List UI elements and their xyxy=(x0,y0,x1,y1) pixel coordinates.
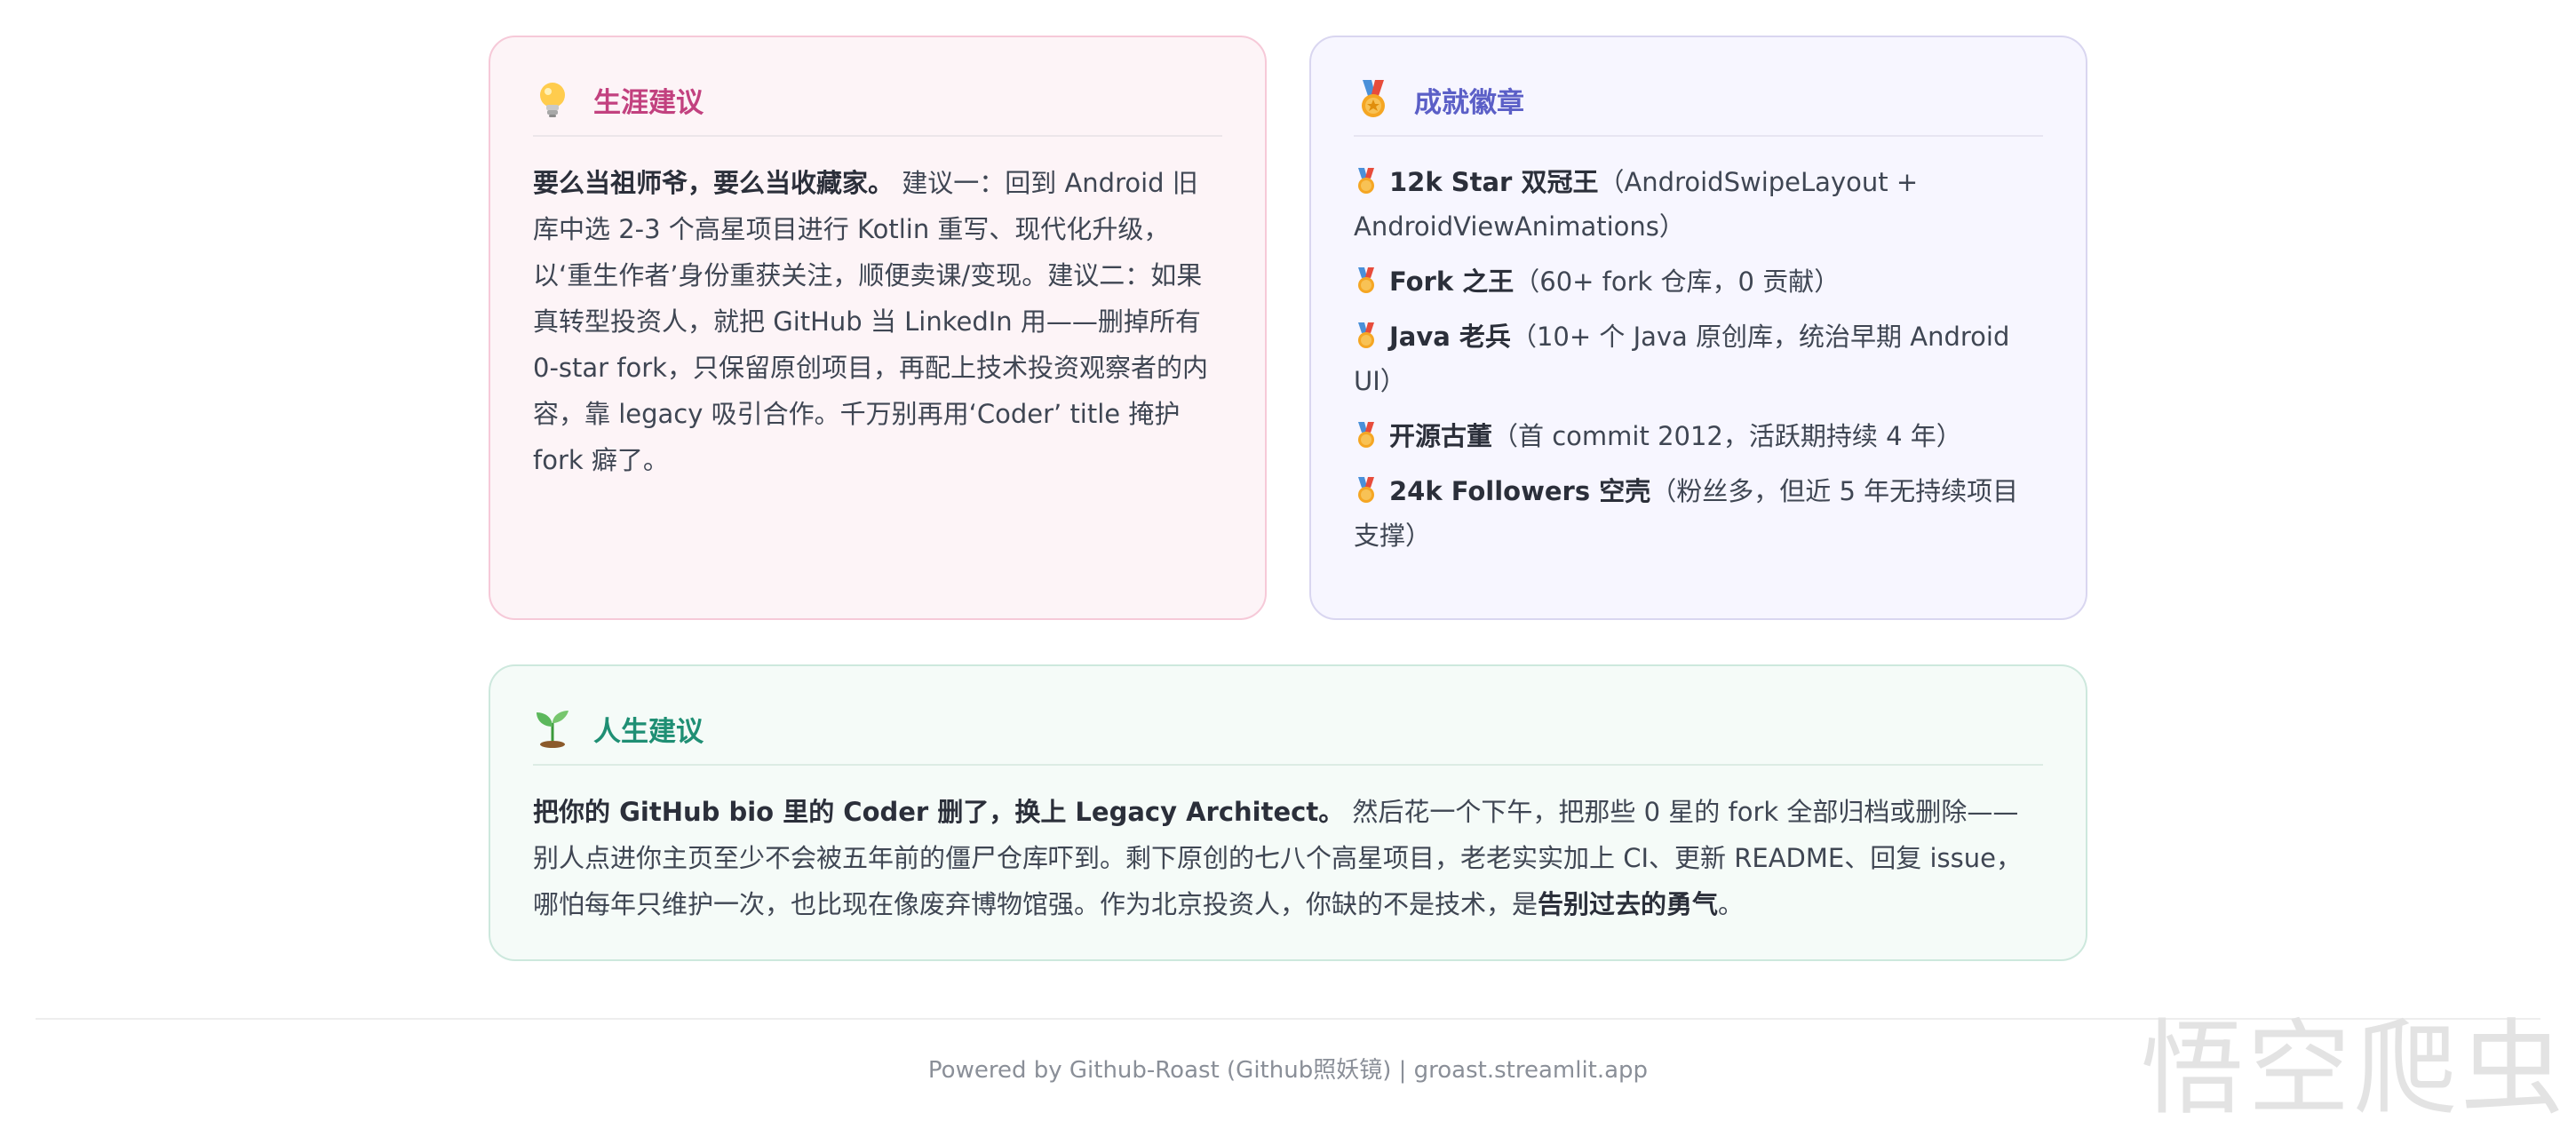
badge-item: 12k Star 双冠王（AndroidSwipeLayout + Androi… xyxy=(1354,160,2043,249)
career-advice-body: 要么当祖师爷，要么当收藏家。 建议一：回到 Android 旧库中选 2-3 个… xyxy=(533,160,1222,483)
light-bulb-icon xyxy=(533,80,572,119)
badge-name: 24k Followers 空壳 xyxy=(1389,476,1651,506)
medal-icon xyxy=(1358,422,1374,448)
life-advice-lead: 把你的 GitHub bio 里的 Coder 删了，换上 Legacy Arc… xyxy=(533,797,1345,827)
medal-icon xyxy=(1358,477,1374,503)
watermark: 悟空爬虫 xyxy=(2141,1009,2567,1121)
medal-icon xyxy=(1358,267,1374,293)
page: 生涯建议 要么当祖师爷，要么当收藏家。 建议一：回到 Android 旧库中选 … xyxy=(0,0,2576,1121)
badge-item: Fork 之王（60+ fork 仓库，0 贡献） xyxy=(1354,259,2043,304)
badge-item: 开源古董（首 commit 2012，活跃期持续 4 年） xyxy=(1354,414,2043,458)
badge-item: 24k Followers 空壳（粉丝多，但近 5 年无持续项目支撑） xyxy=(1354,469,2043,558)
life-advice-card: 人生建议 把你的 GitHub bio 里的 Coder 删了，换上 Legac… xyxy=(489,664,2087,961)
life-advice-body: 把你的 GitHub bio 里的 Coder 删了，换上 Legacy Arc… xyxy=(533,789,2043,927)
career-advice-header: 生涯建议 xyxy=(533,75,1222,137)
life-advice-title: 人生建议 xyxy=(593,715,704,748)
medal-icon xyxy=(1354,80,1393,119)
badge-name: 12k Star 双冠王 xyxy=(1389,167,1599,197)
badge-name: Java 老兵 xyxy=(1389,322,1511,352)
career-advice-card: 生涯建议 要么当祖师爷，要么当收藏家。 建议一：回到 Android 旧库中选 … xyxy=(489,36,1267,620)
badge-list: 12k Star 双冠王（AndroidSwipeLayout + Androi… xyxy=(1354,160,2043,558)
badge-desc: （首 commit 2012，活跃期持续 4 年） xyxy=(1492,421,1962,451)
career-advice-lead: 要么当祖师爷，要么当收藏家。 xyxy=(533,168,894,198)
achievement-badges-title: 成就徽章 xyxy=(1414,86,1524,119)
badge-name: Fork 之王 xyxy=(1389,266,1515,297)
career-advice-text: 建议一：回到 Android 旧库中选 2-3 个高星项目进行 Kotlin 重… xyxy=(533,168,1208,475)
life-advice-emphasis: 告别过去的勇气 xyxy=(1538,889,1719,919)
life-advice-end: 。 xyxy=(1718,889,1745,919)
seedling-icon xyxy=(533,709,572,748)
medal-icon xyxy=(1358,168,1374,194)
achievement-badges-card: 成就徽章 12k Star 双冠王（AndroidSwipeLayout + A… xyxy=(1309,36,2087,620)
badge-name: 开源古董 xyxy=(1389,421,1493,451)
career-advice-title: 生涯建议 xyxy=(593,86,704,119)
medal-icon xyxy=(1358,322,1374,348)
achievement-badges-body: 12k Star 双冠王（AndroidSwipeLayout + Androi… xyxy=(1354,160,2043,568)
life-advice-header: 人生建议 xyxy=(533,704,2043,766)
badge-desc: （60+ fork 仓库，0 贡献） xyxy=(1514,266,1841,297)
badge-item: Java 老兵（10+ 个 Java 原创库，统治早期 Android UI） xyxy=(1354,314,2043,403)
achievement-badges-header: 成就徽章 xyxy=(1354,75,2043,137)
